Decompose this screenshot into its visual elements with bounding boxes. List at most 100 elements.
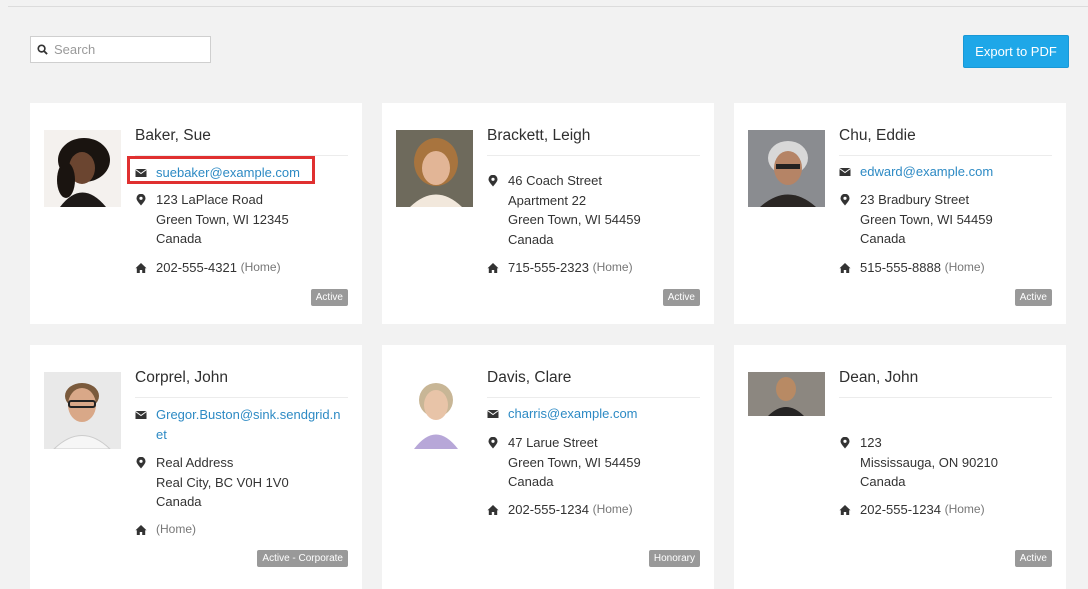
phone-number: 715-555-2323 — [508, 260, 589, 275]
phone-type: (Home) — [240, 260, 281, 274]
phone-row: 202-555-4321 (Home) — [135, 258, 281, 278]
contact-card: Chu, Eddie edward@example.com 23 Bradbur… — [734, 103, 1066, 324]
email-line: et — [156, 426, 167, 442]
email-row: Gregor.Buston@sink.sendgrid.n et — [135, 405, 340, 444]
address-line: Mississauga, ON 90210 — [860, 454, 999, 470]
status-badge: Active — [310, 289, 348, 306]
avatar — [396, 372, 473, 449]
address-line: Real City, BC V0H 1V0 — [156, 474, 289, 490]
search-box[interactable] — [30, 36, 211, 63]
top-divider — [8, 6, 1088, 7]
address-row: 23 Bradbury Street Green Town, WI 54459 … — [839, 190, 993, 249]
avatar — [748, 130, 825, 207]
phone-row: 202-555-1234 (Home) — [839, 500, 985, 520]
phone-row: (Home) — [135, 520, 196, 540]
search-input[interactable] — [54, 42, 194, 57]
contact-name: Baker, Sue — [135, 127, 211, 144]
address-row: Real Address Real City, BC V0H 1V0 Canad… — [135, 453, 289, 512]
map-marker-icon — [840, 437, 850, 449]
address-row: 46 Coach Street Apartment 22 Green Town,… — [487, 171, 641, 249]
email-line: Gregor.Buston@sink.sendgrid.n — [156, 407, 341, 422]
address-line: Green Town, WI 54459 — [508, 212, 641, 227]
avatar — [44, 130, 121, 207]
email-link[interactable]: suebaker@example.com — [156, 163, 300, 183]
email-link[interactable]: edward@example.com — [860, 162, 993, 182]
address-line: Canada — [508, 231, 554, 247]
contact-card: Davis, Clare charris@example.com 47 Laru… — [382, 345, 714, 589]
address-line: Real Address — [156, 455, 234, 470]
phone-type: (Home) — [944, 502, 985, 516]
map-marker-icon — [840, 194, 850, 206]
phone-row: 515-555-8888 (Home) — [839, 258, 985, 278]
map-marker-icon — [136, 194, 146, 206]
map-marker-icon — [136, 457, 146, 469]
address-line: Canada — [860, 231, 906, 246]
home-icon — [839, 505, 851, 515]
phone-row: 202-555-1234 (Home) — [487, 500, 633, 520]
contact-name: Davis, Clare — [487, 369, 572, 386]
address-line: 23 Bradbury Street — [860, 192, 970, 207]
phone-type: (Home) — [592, 502, 633, 516]
phone-number: 202-555-4321 — [156, 260, 237, 275]
home-icon — [135, 525, 147, 535]
envelope-icon — [839, 168, 851, 176]
phone-number: 202-555-1234 — [860, 502, 941, 517]
address-line: Canada — [508, 474, 554, 489]
address-line: Green Town, WI 12345 — [156, 211, 289, 227]
divider — [487, 397, 700, 398]
contact-card: Brackett, Leigh 46 Coach Street Apartmen… — [382, 103, 714, 324]
phone-row: 715-555-2323 (Home) — [487, 258, 633, 278]
phone-type: (Home) — [944, 260, 985, 274]
contact-name: Brackett, Leigh — [487, 127, 591, 144]
status-badge: Active — [1014, 289, 1052, 306]
address-row: 123 Mississauga, ON 90210 Canada — [839, 433, 998, 492]
email-link[interactable]: Gregor.Buston@sink.sendgrid.n et — [156, 405, 340, 444]
divider — [839, 397, 1052, 398]
status-badge: Active — [1014, 550, 1052, 567]
contact-name: Chu, Eddie — [839, 127, 916, 144]
address-row: 47 Larue Street Green Town, WI 54459 Can… — [487, 433, 641, 492]
divider — [135, 155, 348, 156]
home-icon — [135, 263, 147, 273]
status-badge: Active - Corporate — [257, 550, 348, 567]
address-line: 47 Larue Street — [508, 435, 598, 450]
address-line: 46 Coach Street — [508, 173, 602, 188]
email-row: charris@example.com — [487, 404, 638, 424]
status-badge: Honorary — [648, 550, 700, 567]
divider — [839, 155, 1052, 156]
phone-type: (Home) — [592, 260, 633, 274]
divider — [135, 397, 348, 398]
contact-card: Corprel, John Gregor.Buston@sink.sendgri… — [30, 345, 362, 589]
status-badge: Active — [662, 289, 700, 306]
contact-name: Corprel, John — [135, 369, 229, 386]
phone-number: 202-555-1234 — [508, 502, 589, 517]
address-row: 123 LaPlace Road Green Town, WI 12345 Ca… — [135, 190, 289, 249]
envelope-icon — [135, 411, 147, 419]
address-line: Canada — [156, 494, 202, 509]
avatar — [396, 130, 473, 207]
map-marker-icon — [488, 175, 498, 187]
divider — [487, 155, 700, 156]
address-line: Canada — [156, 231, 202, 246]
home-icon — [487, 263, 499, 273]
search-icon — [37, 44, 48, 55]
contact-name: Dean, John — [839, 369, 919, 386]
phone-number: 515-555-8888 — [860, 260, 941, 275]
address-line: Apartment 22 — [508, 192, 587, 208]
export-pdf-button[interactable]: Export to PDF — [963, 35, 1069, 68]
contact-card: Baker, Sue suebaker@example.com 123 LaPl… — [30, 103, 362, 324]
address-line: Canada — [860, 474, 906, 489]
home-icon — [487, 505, 499, 515]
phone-type: (Home) — [156, 522, 197, 536]
address-line: Green Town, WI 54459 — [860, 211, 993, 227]
email-row: edward@example.com — [839, 162, 993, 182]
email-link[interactable]: charris@example.com — [508, 404, 638, 424]
envelope-icon — [487, 410, 499, 418]
map-marker-icon — [488, 437, 498, 449]
email-row: suebaker@example.com — [135, 163, 300, 183]
address-line: 123 LaPlace Road — [156, 192, 263, 207]
address-line: Green Town, WI 54459 — [508, 454, 641, 470]
address-line: 123 — [860, 435, 882, 450]
contact-card: Dean, John 123 Mississauga, ON 90210 Can… — [734, 345, 1066, 589]
avatar — [44, 372, 121, 449]
